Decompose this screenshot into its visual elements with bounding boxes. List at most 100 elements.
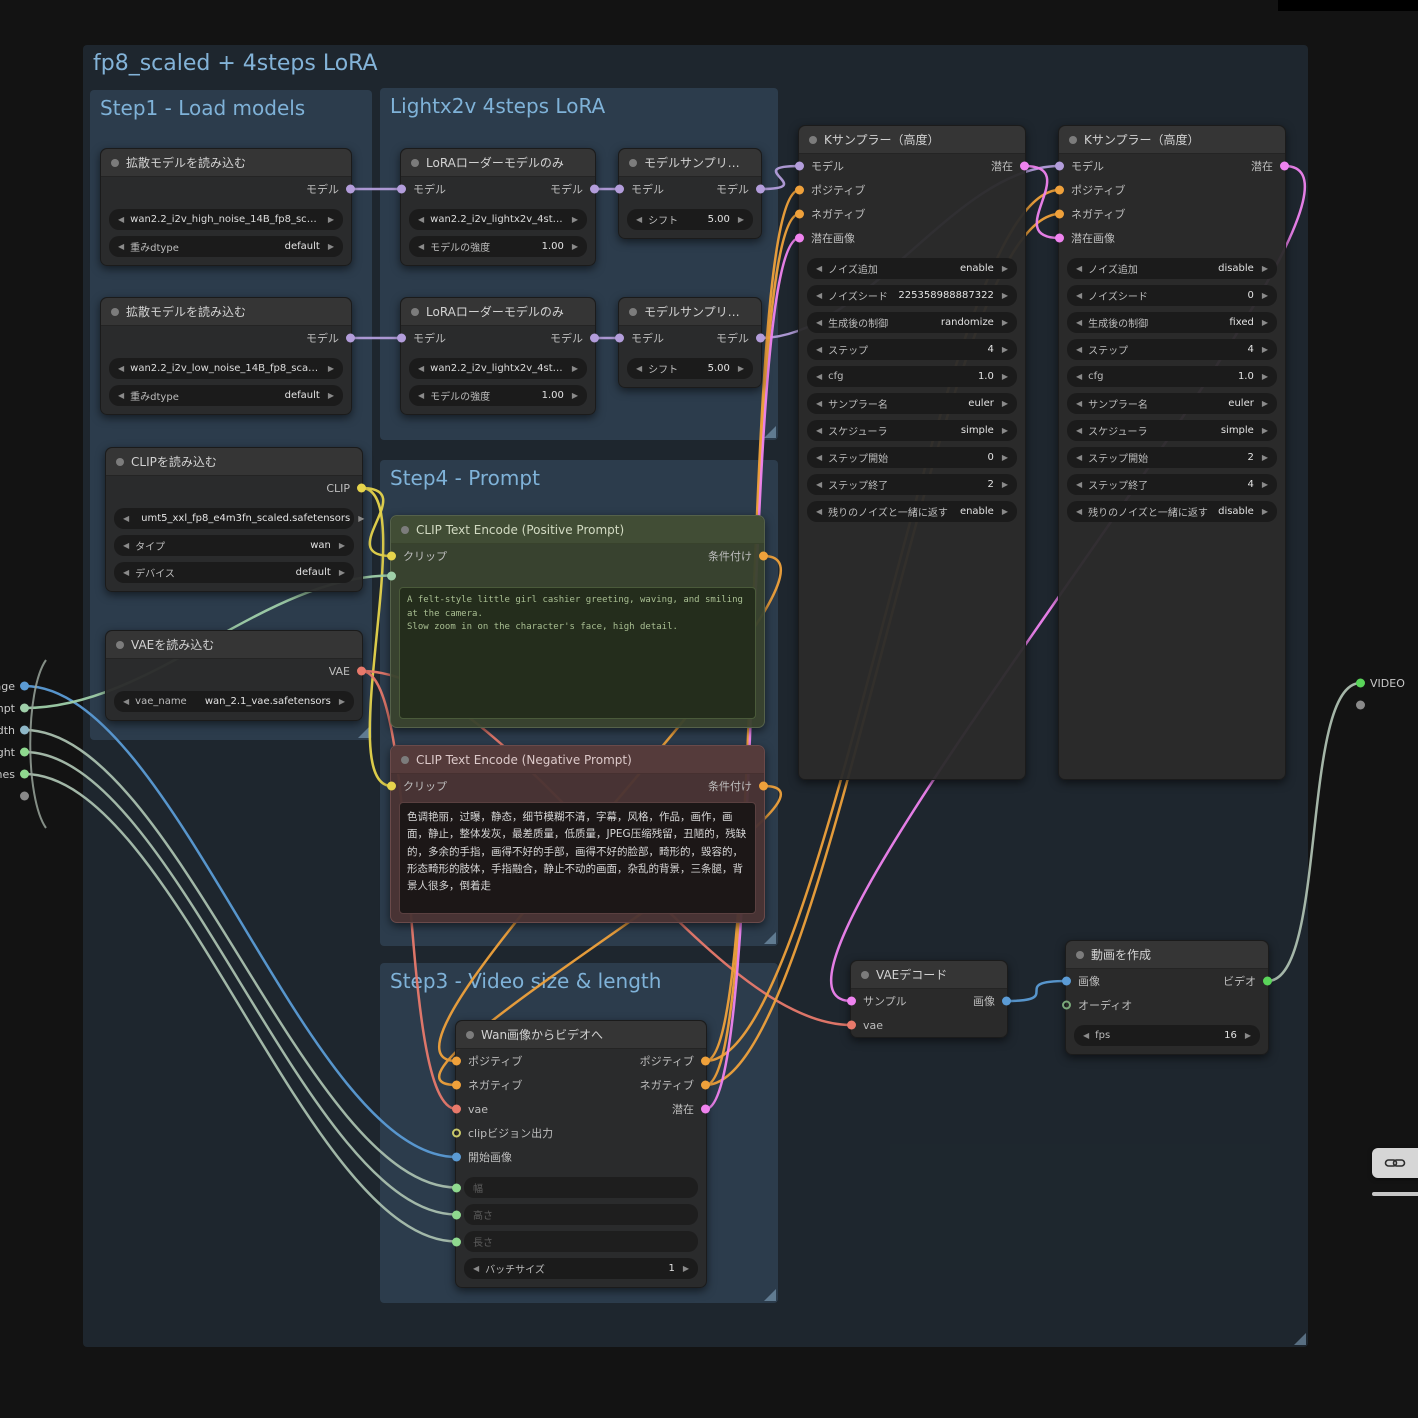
increment-arrow-icon[interactable]: ▶ xyxy=(328,215,334,224)
decrement-arrow-icon[interactable]: ◀ xyxy=(816,345,822,354)
increment-arrow-icon[interactable]: ▶ xyxy=(1002,264,1008,273)
node-titlebar[interactable]: CLIPを読み込む xyxy=(106,448,362,476)
increment-arrow-icon[interactable]: ▶ xyxy=(1002,426,1008,435)
モデル-output-dot[interactable] xyxy=(346,185,355,194)
decrement-arrow-icon[interactable]: ◀ xyxy=(123,697,129,706)
widget-タイプ[interactable]: ◀タイプwan▶ xyxy=(114,535,354,556)
decrement-arrow-icon[interactable]: ◀ xyxy=(816,507,822,516)
decrement-arrow-icon[interactable]: ◀ xyxy=(118,391,124,400)
node-lora2[interactable]: LoRAローダーモデルのみモデルモデル◀wan2.2_i2v_lightx2v_… xyxy=(400,297,596,415)
node-ks1[interactable]: Kサンプラー（高度）モデル潜在ポジティブネガティブ潜在画像◀ノイズ追加enabl… xyxy=(798,125,1026,780)
モデル-output-dot[interactable] xyxy=(756,185,765,194)
node-titlebar[interactable]: モデルサンプリングS... xyxy=(619,298,761,326)
node-titlebar[interactable]: CLIP Text Encode (Negative Prompt) xyxy=(391,746,764,774)
frames-output-dot[interactable] xyxy=(20,770,29,779)
collapse-dot-icon[interactable] xyxy=(411,159,419,167)
ビデオ-output-dot[interactable] xyxy=(1263,977,1272,986)
オーディオ-input-dot[interactable] xyxy=(1062,1001,1071,1010)
node-output[interactable]: VIDEO xyxy=(1360,672,1418,716)
node-titlebar[interactable]: CLIP Text Encode (Positive Prompt) xyxy=(391,516,764,544)
prompt-output-dot[interactable] xyxy=(20,704,29,713)
widget-モデルの強度[interactable]: ◀モデルの強度1.00▶ xyxy=(409,236,587,257)
collapse-dot-icon[interactable] xyxy=(629,308,637,316)
increment-arrow-icon[interactable]: ▶ xyxy=(1002,453,1008,462)
widget-ステップ開始[interactable]: ◀ステップ開始2▶ xyxy=(1067,447,1277,468)
decrement-arrow-icon[interactable]: ◀ xyxy=(816,264,822,273)
collapse-dot-icon[interactable] xyxy=(116,641,124,649)
ポジティブ-output-dot[interactable] xyxy=(701,1057,710,1066)
increment-arrow-icon[interactable]: ▶ xyxy=(683,1264,689,1273)
decrement-arrow-icon[interactable]: ◀ xyxy=(1076,453,1082,462)
decrement-arrow-icon[interactable]: ◀ xyxy=(816,372,822,381)
decrement-arrow-icon[interactable]: ◀ xyxy=(118,242,124,251)
widget-ステップ[interactable]: ◀ステップ4▶ xyxy=(1067,339,1277,360)
vae-input-dot[interactable] xyxy=(847,1021,856,1030)
decrement-arrow-icon[interactable]: ◀ xyxy=(636,215,642,224)
increment-arrow-icon[interactable]: ▶ xyxy=(1262,372,1268,381)
VAE-output-dot[interactable] xyxy=(357,667,366,676)
CLIP-output-dot[interactable] xyxy=(357,484,366,493)
node-inputs[interactable]: imagepromptwidthheightframes xyxy=(0,675,25,807)
decrement-arrow-icon[interactable]: ◀ xyxy=(816,399,822,408)
collapse-dot-icon[interactable] xyxy=(466,1031,474,1039)
潜在-output-dot[interactable] xyxy=(701,1105,710,1114)
widget-ノイズシード[interactable]: ◀ノイズシード0▶ xyxy=(1067,285,1277,306)
widget-幅[interactable]: 幅 xyxy=(464,1177,698,1198)
ネガティブ-input-dot[interactable] xyxy=(452,1081,461,1090)
モデル-output-dot[interactable] xyxy=(346,334,355,343)
VIDEO-input-dot[interactable] xyxy=(1356,679,1365,688)
node-titlebar[interactable]: Kサンプラー（高度） xyxy=(1059,126,1285,154)
モデル-input-dot[interactable] xyxy=(397,185,406,194)
decrement-arrow-icon[interactable]: ◀ xyxy=(418,391,424,400)
increment-arrow-icon[interactable]: ▶ xyxy=(738,364,744,373)
prompt-textarea[interactable]: A felt-style little girl cashier greetin… xyxy=(399,587,756,719)
widget-ステップ終了[interactable]: ◀ステップ終了2▶ xyxy=(807,474,1017,495)
decrement-arrow-icon[interactable]: ◀ xyxy=(816,426,822,435)
widget-残りのノイズと一緒に返す[interactable]: ◀残りのノイズと一緒に返すenable▶ xyxy=(807,501,1017,522)
widget-シフト[interactable]: ◀シフト5.00▶ xyxy=(627,358,753,379)
node-titlebar[interactable]: Wan画像からビデオへ xyxy=(456,1021,706,1049)
node-pos[interactable]: CLIP Text Encode (Positive Prompt)クリップ条件… xyxy=(390,515,765,728)
widget-高さ[interactable]: 高さ xyxy=(464,1204,698,1225)
increment-arrow-icon[interactable]: ▶ xyxy=(1002,507,1008,516)
widget-cfg[interactable]: ◀cfg1.0▶ xyxy=(807,366,1017,387)
widget-input-dot[interactable] xyxy=(452,1210,461,1219)
floating-link-panel[interactable] xyxy=(1372,1148,1418,1196)
widget-input-dot[interactable] xyxy=(452,1183,461,1192)
ネガティブ-input-dot[interactable] xyxy=(795,210,804,219)
decrement-arrow-icon[interactable]: ◀ xyxy=(418,364,424,373)
increment-arrow-icon[interactable]: ▶ xyxy=(572,364,578,373)
widget-vae_name[interactable]: ◀vae_namewan_2.1_vae.safetensors▶ xyxy=(114,691,354,712)
increment-arrow-icon[interactable]: ▶ xyxy=(358,514,364,523)
increment-arrow-icon[interactable]: ▶ xyxy=(339,568,345,577)
モデル-output-dot[interactable] xyxy=(590,185,599,194)
widget-input-dot[interactable] xyxy=(452,1237,461,1246)
increment-arrow-icon[interactable]: ▶ xyxy=(1262,345,1268,354)
decrement-arrow-icon[interactable]: ◀ xyxy=(1083,1031,1089,1040)
decrement-arrow-icon[interactable]: ◀ xyxy=(816,480,822,489)
widget-fps[interactable]: ◀fps16▶ xyxy=(1074,1025,1260,1046)
モデル-input-dot[interactable] xyxy=(1055,162,1064,171)
widget-value[interactable]: ◀wan2.2_i2v_low_noise_14B_fp8_scaled.saf… xyxy=(109,358,343,379)
モデル-output-dot[interactable] xyxy=(590,334,599,343)
node-titlebar[interactable]: LoRAローダーモデルのみ xyxy=(401,149,595,177)
decrement-arrow-icon[interactable]: ◀ xyxy=(418,215,424,224)
クリップ-input-dot[interactable] xyxy=(387,782,396,791)
increment-arrow-icon[interactable]: ▶ xyxy=(572,242,578,251)
widget-cfg[interactable]: ◀cfg1.0▶ xyxy=(1067,366,1277,387)
潜在画像-input-dot[interactable] xyxy=(1055,234,1064,243)
decrement-arrow-icon[interactable]: ◀ xyxy=(118,215,124,224)
widget-ステップ終了[interactable]: ◀ステップ終了4▶ xyxy=(1067,474,1277,495)
decrement-arrow-icon[interactable]: ◀ xyxy=(123,514,129,523)
node-cv[interactable]: 動画を作成画像ビデオオーディオ◀fps16▶ xyxy=(1065,940,1269,1055)
ポジティブ-input-dot[interactable] xyxy=(795,186,804,195)
node-ms1[interactable]: モデルサンプリングS...モデルモデル◀シフト5.00▶ xyxy=(618,148,762,239)
decrement-arrow-icon[interactable]: ◀ xyxy=(1076,399,1082,408)
collapse-dot-icon[interactable] xyxy=(1069,136,1077,144)
collapse-dot-icon[interactable] xyxy=(861,971,869,979)
node-titlebar[interactable]: 動画を作成 xyxy=(1066,941,1268,969)
node-canvas[interactable]: fp8_scaled + 4steps LoRAStep1 - Load mod… xyxy=(0,0,1418,1418)
increment-arrow-icon[interactable]: ▶ xyxy=(1002,399,1008,408)
widget-value[interactable]: ◀wan2.2_i2v_lightx2v_4steps_lora_ ...▶ xyxy=(409,358,587,379)
モデル-input-dot[interactable] xyxy=(795,162,804,171)
